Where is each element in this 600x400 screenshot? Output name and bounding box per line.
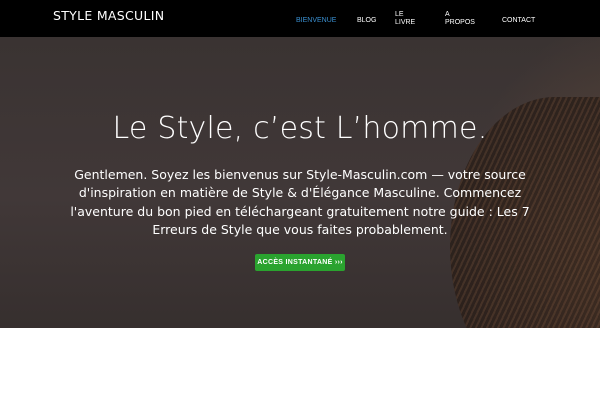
nav-item-a-propos[interactable]: A PROPOS — [445, 11, 475, 27]
nav-item-contact[interactable]: CONTACT — [502, 17, 535, 25]
top-navbar: STYLE MASCULIN BIENVENUE BLOG LE LIVRE A… — [0, 0, 600, 37]
site-logo[interactable]: STYLE MASCULIN — [53, 8, 164, 23]
hero-title: Le Style, c’est L’homme. — [112, 111, 488, 146]
nav-item-blog[interactable]: BLOG — [357, 17, 376, 25]
instant-access-button[interactable]: ACCÈS INSTANTANÉ ››› — [255, 254, 345, 271]
nav-item-bienvenue[interactable]: BIENVENUE — [296, 17, 336, 25]
hero-banner: Le Style, c’est L’homme. Gentlemen. Soye… — [0, 37, 600, 328]
hero-description: Gentlemen. Soyez les bienvenus sur Style… — [70, 167, 530, 237]
content-area — [0, 328, 600, 400]
nav-item-le-livre[interactable]: LE LIVRE — [395, 11, 421, 27]
